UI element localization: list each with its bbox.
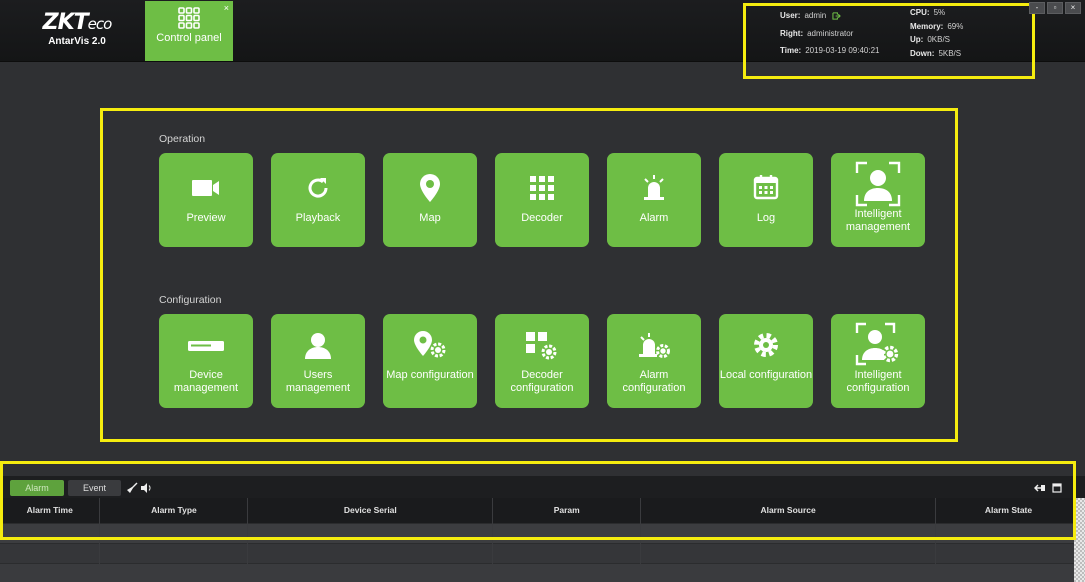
- right-status: Right: administrator: [780, 29, 854, 38]
- download-status: Down: 5KB/S: [910, 49, 962, 58]
- tile-label: Intelligent configuration: [846, 369, 910, 394]
- face-scan-icon: [855, 161, 901, 207]
- map-gear-icon: [414, 331, 446, 358]
- tile-intelligent-management[interactable]: Intelligent management: [831, 153, 925, 247]
- cpu-status: CPU: 5%: [910, 8, 946, 17]
- tile-label: Intelligent management: [845, 208, 911, 233]
- product-name: AntarVis 2.0: [48, 36, 106, 47]
- tile-label: Alarm configuration: [622, 369, 686, 394]
- tile-label: Decoder: [521, 212, 563, 224]
- tile-label: Preview: [186, 212, 226, 224]
- table-row[interactable]: [0, 562, 1082, 582]
- window-controls: - ▫ ×: [1029, 2, 1081, 14]
- time-status: Time: 2019-03-19 09:40:21: [780, 46, 880, 55]
- calendar-icon: [753, 175, 779, 200]
- map-pin-icon: [420, 174, 440, 202]
- minimize-button[interactable]: -: [1029, 2, 1045, 14]
- tile-map-configuration[interactable]: Map configuration: [383, 314, 477, 408]
- section-title-configuration: Configuration: [159, 294, 222, 306]
- tile-label: Alarm: [639, 212, 669, 224]
- tile-playback[interactable]: Playback: [271, 153, 365, 247]
- tile-alarm[interactable]: Alarm: [607, 153, 701, 247]
- tile-log[interactable]: Log: [719, 153, 813, 247]
- grid-icon: [178, 7, 200, 29]
- tile-label: Local configuration: [719, 369, 813, 381]
- close-icon[interactable]: ×: [224, 3, 229, 13]
- tile-preview[interactable]: Preview: [159, 153, 253, 247]
- user-status: User: admin: [780, 11, 842, 20]
- restore-button[interactable]: ▫: [1047, 2, 1063, 14]
- alarm-panel-highlight: [0, 461, 1076, 540]
- decoder-gear-icon: [526, 332, 557, 360]
- device-icon: [188, 341, 224, 351]
- tile-intelligent-configuration[interactable]: Intelligent configuration: [831, 314, 925, 408]
- face-gear-icon: [855, 322, 899, 366]
- tile-label: Decoder configuration: [510, 369, 574, 394]
- tile-label: Device management: [173, 369, 239, 394]
- logout-icon[interactable]: [832, 12, 842, 20]
- section-title-operation: Operation: [159, 133, 206, 145]
- tile-label: Map: [419, 212, 441, 224]
- siren-icon: [644, 175, 664, 200]
- tile-decoder[interactable]: Decoder: [495, 153, 589, 247]
- logo: ZKTeco AntarVis 2.0: [22, 10, 132, 47]
- status-info-panel: User: admin Right: administrator Time: 2019…: [743, 3, 1035, 79]
- upload-status: Up: 0KB/S: [910, 35, 951, 44]
- user-icon: [305, 333, 331, 359]
- header-bar: ZKTeco AntarVis 2.0 Control panel × User…: [0, 0, 1085, 79]
- tile-label: Map configuration: [386, 369, 474, 381]
- refresh-icon: [308, 178, 328, 198]
- tile-label: Playback: [295, 212, 341, 224]
- tile-alarm-configuration[interactable]: Alarm configuration: [607, 314, 701, 408]
- close-window-button[interactable]: ×: [1065, 2, 1081, 14]
- tile-device-management[interactable]: Device management: [159, 314, 253, 408]
- tab-control-panel[interactable]: Control panel ×: [145, 1, 233, 61]
- control-panel-area: Operation Preview Playback Map Decoder A…: [100, 108, 958, 442]
- logo-brand: ZKTeco: [42, 10, 113, 35]
- camera-icon: [192, 180, 219, 196]
- gear-icon: [754, 333, 778, 357]
- tab-label: Control panel: [156, 32, 222, 44]
- tile-label: Users management: [285, 369, 351, 394]
- table-row[interactable]: [0, 542, 1082, 563]
- tile-local-configuration[interactable]: Local configuration: [719, 314, 813, 408]
- grid-icon: [530, 176, 554, 200]
- memory-status: Memory: 69%: [910, 22, 964, 31]
- alarm-gear-icon: [639, 333, 670, 358]
- tile-users-management[interactable]: Users management: [271, 314, 365, 408]
- tile-label: Log: [756, 212, 776, 224]
- tile-map[interactable]: Map: [383, 153, 477, 247]
- tile-decoder-configuration[interactable]: Decoder configuration: [495, 314, 589, 408]
